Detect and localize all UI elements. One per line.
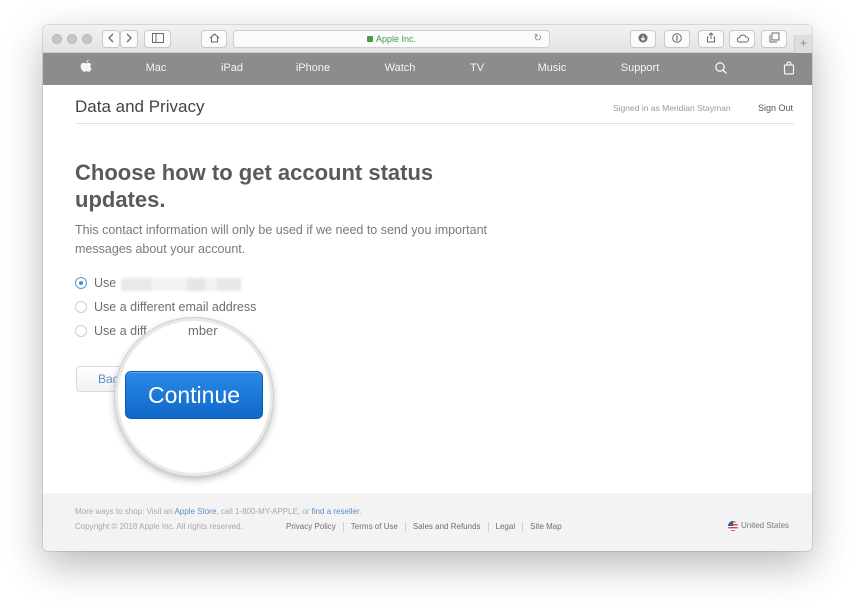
browser-window: Apple Inc. ↻ + Mac iPad iPhone Watch TV … bbox=[43, 25, 812, 551]
home-button[interactable] bbox=[201, 30, 227, 48]
magnified-option-text: mber bbox=[188, 323, 218, 338]
lock-icon bbox=[366, 35, 373, 42]
main-heading: Choose how to get account status updates… bbox=[75, 160, 434, 212]
site-map-link[interactable]: Site Map bbox=[523, 522, 569, 531]
region-selector[interactable]: United States bbox=[728, 521, 789, 531]
home-icon bbox=[209, 33, 219, 43]
downloads-button[interactable] bbox=[630, 30, 656, 48]
close-window-icon[interactable] bbox=[52, 34, 62, 44]
zoom-window-icon[interactable] bbox=[82, 34, 92, 44]
radio-option-use-current[interactable]: Use bbox=[75, 276, 295, 292]
chevron-right-icon bbox=[126, 33, 132, 43]
continue-button[interactable]: Continue bbox=[125, 371, 263, 419]
password-manager-button[interactable] bbox=[664, 30, 690, 48]
footer: More ways to shop: Visit an Apple Store,… bbox=[43, 493, 812, 551]
option-label: Use bbox=[94, 276, 117, 290]
radio-button[interactable] bbox=[75, 301, 87, 313]
description-text: This contact information will only be us… bbox=[75, 223, 488, 256]
nav-item-iphone[interactable]: iPhone bbox=[296, 62, 330, 74]
nav-item-ipad[interactable]: iPad bbox=[221, 62, 243, 74]
sidebar-button[interactable] bbox=[144, 30, 171, 48]
forward-nav-button[interactable] bbox=[120, 30, 138, 48]
region-label: United States bbox=[741, 521, 790, 531]
new-tab-button[interactable]: + bbox=[794, 35, 812, 53]
option-label: Use a diff bbox=[94, 324, 147, 338]
tab-overview-button[interactable] bbox=[761, 30, 787, 48]
signed-in-text: Signed in as Meridian Stayman bbox=[613, 103, 731, 113]
copyright: Copyright © 2018 Apple Inc. All rights r… bbox=[75, 522, 243, 531]
footer-links: Privacy Policy Terms of Use Sales and Refu… bbox=[279, 522, 569, 532]
chevron-left-icon bbox=[108, 33, 114, 43]
nav-item-support[interactable]: Support bbox=[621, 62, 660, 74]
shop-info: More ways to shop: Visit an Apple Store,… bbox=[75, 507, 361, 516]
shop-prefix-text: More ways to shop: Visit an bbox=[75, 507, 175, 516]
shop-middle-text: , call 1-800-MY-APPLE, or bbox=[216, 507, 312, 516]
radio-button-selected[interactable] bbox=[75, 277, 87, 289]
legal-link[interactable]: Legal bbox=[489, 522, 523, 531]
cloud-icon bbox=[736, 34, 749, 43]
nav-item-watch[interactable]: Watch bbox=[385, 62, 416, 74]
minimize-window-icon[interactable] bbox=[67, 34, 77, 44]
global-nav: Mac iPad iPhone Watch TV Music Support bbox=[43, 53, 812, 85]
radio-button[interactable] bbox=[75, 325, 87, 337]
magnifier-callout: mber Continue bbox=[115, 318, 273, 476]
sales-and-refunds-link[interactable]: Sales and Refunds bbox=[406, 522, 488, 531]
shop-suffix-text: . bbox=[359, 507, 362, 516]
shopping-bag-icon[interactable] bbox=[782, 61, 796, 75]
icloud-tabs-button[interactable] bbox=[729, 30, 755, 48]
page-title: Data and Privacy bbox=[75, 97, 205, 116]
reload-icon[interactable]: ↻ bbox=[534, 31, 542, 47]
share-icon bbox=[707, 32, 715, 43]
radio-option-different-email[interactable]: Use a different email address bbox=[75, 300, 295, 316]
address-bar[interactable]: Apple Inc. ↻ bbox=[233, 30, 550, 48]
apple-store-link[interactable]: Apple Store bbox=[174, 507, 216, 516]
apple-logo-icon[interactable] bbox=[79, 59, 93, 75]
tabs-icon bbox=[769, 32, 779, 43]
download-icon bbox=[638, 33, 648, 43]
browser-toolbar: Apple Inc. ↻ + bbox=[43, 25, 812, 53]
option-label: Use a different email address bbox=[94, 300, 257, 314]
redacted-contact bbox=[121, 278, 241, 291]
header-divider bbox=[75, 123, 794, 124]
sign-out-link[interactable]: Sign Out bbox=[758, 103, 793, 113]
sidebar-icon bbox=[151, 33, 164, 43]
back-nav-button[interactable] bbox=[102, 30, 120, 48]
nav-item-tv[interactable]: TV bbox=[470, 62, 484, 74]
privacy-policy-link[interactable]: Privacy Policy bbox=[279, 522, 343, 531]
terms-of-use-link[interactable]: Terms of Use bbox=[344, 522, 405, 531]
info-circle-icon bbox=[672, 33, 682, 43]
us-flag-icon bbox=[728, 521, 738, 531]
find-reseller-link[interactable]: find a reseller bbox=[312, 507, 360, 516]
address-text: Apple Inc. bbox=[375, 34, 417, 44]
nav-item-mac[interactable]: Mac bbox=[146, 62, 167, 74]
nav-item-music[interactable]: Music bbox=[538, 62, 567, 74]
search-icon[interactable] bbox=[714, 61, 728, 75]
share-button[interactable] bbox=[698, 30, 724, 48]
